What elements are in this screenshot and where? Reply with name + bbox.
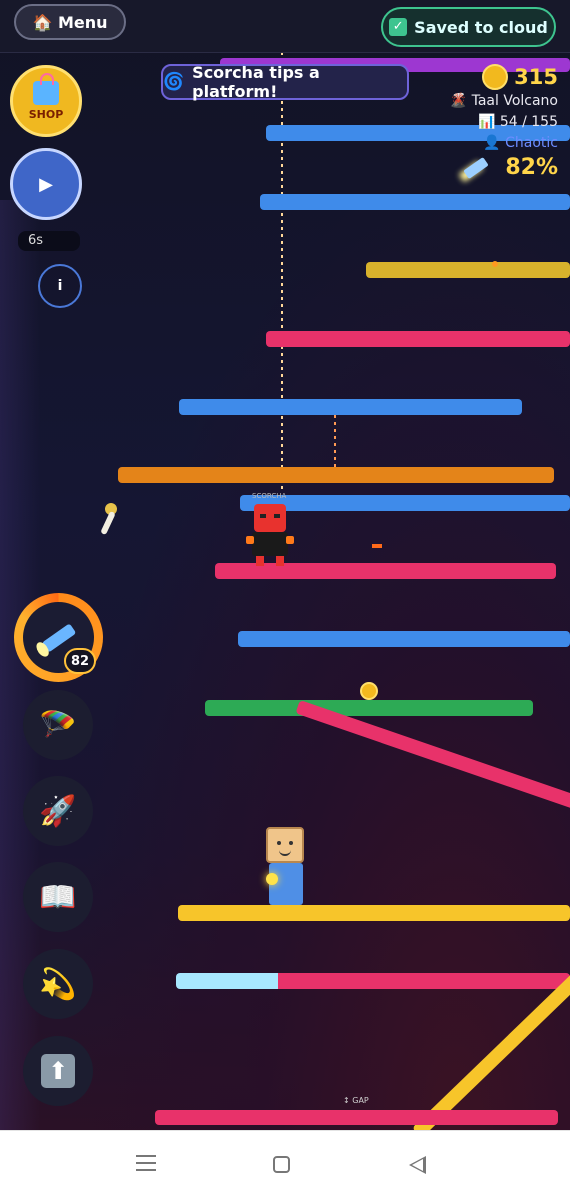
rocket-icon: 🚀 xyxy=(39,793,77,829)
ember xyxy=(372,544,382,548)
book-icon: 📖 xyxy=(39,879,77,915)
menu-button[interactable]: 🏠 Menu xyxy=(14,4,126,40)
enemy-name-label: SCORCHA xyxy=(252,492,287,500)
back-icon[interactable] xyxy=(409,1156,426,1174)
book-button[interactable]: 📖 xyxy=(23,862,93,932)
platform-pink xyxy=(278,973,570,989)
platform-ice xyxy=(176,973,280,989)
play-button[interactable]: ▶ xyxy=(10,148,82,220)
info-label: i xyxy=(57,278,63,294)
star-spin-button[interactable]: 💫 xyxy=(23,949,93,1019)
flashlight-icon xyxy=(41,622,76,653)
shop-label: SHOP xyxy=(28,108,64,121)
difficulty-mode: 👤 Chaotic xyxy=(483,135,558,151)
platform-blue xyxy=(179,399,522,415)
platform-pink xyxy=(155,1110,558,1125)
torch-percent-value: 82% xyxy=(505,155,558,180)
coin-icon xyxy=(482,64,509,90)
star-spin-icon: 💫 xyxy=(39,966,77,1002)
platform-green xyxy=(205,700,533,716)
up-arrow-icon: ⬆ xyxy=(41,1054,75,1088)
recent-apps-icon[interactable] xyxy=(136,1155,156,1171)
coin-count: 315 xyxy=(514,65,558,89)
platform-yellow xyxy=(366,262,570,278)
player-character xyxy=(263,827,307,905)
torch-icon xyxy=(462,157,489,179)
level-name: 🌋 Taal Volcano xyxy=(449,93,558,109)
info-button[interactable]: i xyxy=(38,264,82,308)
parachute-icon: 🪂 xyxy=(39,707,77,743)
bone-icon xyxy=(96,503,122,536)
rope-line xyxy=(281,52,283,492)
shopping-bag-icon xyxy=(33,73,59,105)
torch-count-badge: 82 xyxy=(64,648,96,674)
rocket-button[interactable]: 🚀 xyxy=(23,776,93,846)
platform-yellow xyxy=(178,905,570,921)
up-arrow-button[interactable]: ⬆ xyxy=(23,1036,93,1106)
coin-counter: 315 xyxy=(482,64,558,90)
platform-blue xyxy=(260,194,570,210)
parachute-button[interactable]: 🪂 xyxy=(23,690,93,760)
game-viewport[interactable]: ↕ GAP SCORCHA 🏠 Menu ✓ Saved to cloud 🌀 … xyxy=(0,0,570,1130)
spark xyxy=(492,261,498,267)
platform-pink-slanted xyxy=(295,700,570,811)
enemy-scorcha: SCORCHA xyxy=(244,492,296,570)
saved-label: Saved to cloud xyxy=(414,17,548,37)
platform-orange xyxy=(118,467,554,483)
coin-icon xyxy=(360,682,378,700)
toast-text: Scorcha tips a platform! xyxy=(192,63,320,101)
platform-blue xyxy=(238,631,570,647)
check-icon: ✓ xyxy=(389,18,408,36)
shop-button[interactable]: SHOP xyxy=(10,65,82,137)
play-icon: ▶ xyxy=(39,173,53,195)
saved-status: ✓ Saved to cloud xyxy=(381,7,556,47)
menu-label: 🏠 Menu xyxy=(32,12,108,32)
gap-label: ↕ GAP xyxy=(343,1096,369,1105)
home-icon[interactable] xyxy=(273,1156,290,1173)
torch-percent: 82% xyxy=(462,155,558,180)
timer-display: 6s xyxy=(18,231,80,251)
level-progress: 📊 54 / 155 xyxy=(477,114,558,130)
platform-pink xyxy=(266,331,570,347)
spiral-icon: 🌀 xyxy=(163,72,185,92)
rope-line-short xyxy=(334,415,336,470)
event-toast: 🌀 Scorcha tips a platform! xyxy=(161,63,409,101)
